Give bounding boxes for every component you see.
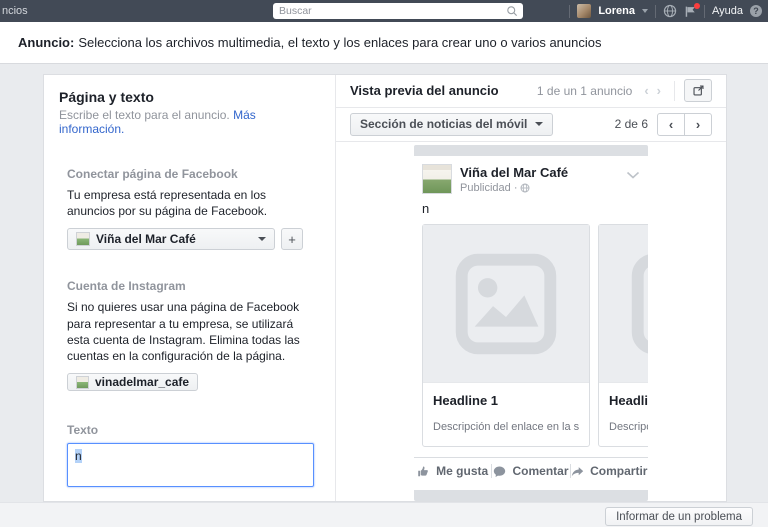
nav-divider (655, 5, 656, 18)
step-banner: Anuncio: Selecciona los archivos multime… (0, 22, 768, 64)
connect-page-section: Conectar página de Facebook Tu empresa e… (67, 167, 314, 250)
placement-selector[interactable]: Sección de noticias del móvil (350, 113, 553, 136)
globe-icon[interactable] (663, 4, 677, 18)
instagram-thumbnail-icon (76, 376, 89, 389)
help-link[interactable]: Ayuda (712, 5, 743, 17)
instagram-account-chip[interactable]: vinadelmar_cafe (67, 373, 198, 391)
facebook-page-select[interactable]: Viña del Mar Café (67, 228, 275, 250)
notification-badge (694, 3, 700, 9)
photo-placeholder (599, 225, 648, 383)
selected-page-name: Viña del Mar Café (96, 232, 196, 246)
nav-right-cluster: Lorena Ayuda ? (569, 0, 762, 22)
card-description: Descripción del enlace en la sección... (433, 421, 579, 433)
ad-creation-panel: Página y texto Escribe el texto para el … (43, 74, 727, 502)
card-headline: Headline 2 (609, 393, 648, 408)
next-variant-button[interactable]: › (684, 113, 712, 136)
report-problem-button[interactable]: Informar de un problema (605, 507, 753, 526)
preview-title: Vista previa del anuncio (350, 83, 537, 98)
preview-stage: Viña del Mar Café Publicidad · n (336, 142, 726, 501)
post-chevron-down-icon[interactable] (626, 164, 640, 194)
header-divider (674, 81, 675, 101)
preview-header: Vista previa del anuncio 1 de un 1 anunc… (336, 75, 726, 108)
card-headline: Headline 1 (433, 393, 579, 408)
notifications-flag-icon[interactable] (684, 5, 697, 18)
like-button[interactable]: Me gusta (414, 464, 491, 478)
add-page-button[interactable]: + (281, 228, 303, 250)
step-banner-label: Anuncio: (18, 35, 74, 50)
photo-placeholder-icon (628, 250, 648, 358)
nav-divider (704, 5, 705, 18)
chevron-left-icon[interactable]: ‹ (644, 83, 648, 98)
post-meta: Publicidad · (460, 182, 568, 194)
ad-text-input[interactable]: n (67, 443, 314, 487)
post-action-bar: Me gusta Comentar Compartir (414, 457, 648, 484)
caret-down-icon (535, 122, 543, 126)
carousel: Headline 1 Descripción del enlace en la … (414, 224, 648, 447)
mock-chrome-top (414, 145, 648, 156)
post-globe-icon (520, 183, 530, 193)
photo-placeholder (423, 225, 589, 383)
share-button[interactable]: Compartir (570, 464, 648, 478)
photo-placeholder-icon (452, 250, 560, 358)
section-subtitle: Escribe el texto para el anuncio. Más in… (59, 108, 315, 136)
app-label-truncated: ncios (2, 5, 28, 17)
text-section: Texto n (67, 423, 314, 487)
card-description: Descripción del enlace en la sección... (609, 421, 648, 433)
comment-button[interactable]: Comentar (491, 464, 569, 478)
instagram-heading: Cuenta de Instagram (67, 279, 314, 293)
top-navbar: ncios Lorena Ayuda ? (0, 0, 768, 22)
nav-divider (569, 5, 570, 18)
variant-counter: 2 de 6 (615, 117, 648, 131)
variant-pager: ‹ › (657, 113, 712, 136)
page-thumbnail-icon (76, 232, 90, 246)
search-icon[interactable] (501, 3, 523, 19)
share-icon (571, 465, 584, 478)
text-heading: Texto (67, 423, 314, 437)
connect-page-description: Tu empresa está representada en los anun… (67, 187, 314, 219)
instagram-account-name: vinadelmar_cafe (95, 375, 189, 389)
placement-label: Sección de noticias del móvil (360, 117, 527, 131)
ad-post: Viña del Mar Café Publicidad · n (414, 156, 648, 484)
comment-icon (493, 465, 506, 478)
footer: Informar de un problema (0, 502, 768, 527)
caret-down-icon (258, 237, 266, 241)
instagram-section: Cuenta de Instagram Si no quieres usar u… (67, 279, 314, 393)
carousel-card[interactable]: Headline 2 Descripción del enlace en la … (598, 224, 648, 447)
search-bar[interactable] (273, 3, 523, 19)
like-icon (417, 465, 430, 478)
selected-text: n (75, 449, 82, 463)
post-avatar[interactable] (422, 164, 452, 194)
search-input[interactable] (273, 5, 501, 17)
preview-toolbar: Sección de noticias del móvil 2 de 6 ‹ › (336, 108, 726, 142)
connect-page-heading: Conectar página de Facebook (67, 167, 314, 181)
user-menu[interactable]: Lorena (598, 5, 635, 17)
ad-counter: 1 de un 1 anuncio (537, 84, 632, 98)
instagram-description: Si no quieres usar una página de Faceboo… (67, 299, 314, 364)
section-title: Página y texto (59, 89, 315, 105)
step-banner-text: Selecciona los archivos multimedia, el t… (78, 35, 601, 50)
expand-preview-button[interactable] (684, 79, 712, 102)
carousel-card[interactable]: Headline 1 Descripción del enlace en la … (422, 224, 590, 447)
prev-variant-button[interactable]: ‹ (657, 113, 685, 136)
mock-chrome-bottom (414, 490, 648, 501)
user-avatar[interactable] (577, 4, 591, 18)
chevron-down-icon[interactable] (642, 9, 648, 13)
post-body-text: n (414, 194, 648, 224)
help-icon[interactable]: ? (750, 5, 762, 17)
chevron-right-icon[interactable]: › (657, 83, 661, 98)
post-page-name[interactable]: Viña del Mar Café (460, 165, 568, 180)
ad-preview-column: Vista previa del anuncio 1 de un 1 anunc… (336, 75, 726, 501)
mobile-feed-mock: Viña del Mar Café Publicidad · n (414, 145, 648, 501)
page-and-text-column: Página y texto Escribe el texto para el … (44, 75, 336, 501)
